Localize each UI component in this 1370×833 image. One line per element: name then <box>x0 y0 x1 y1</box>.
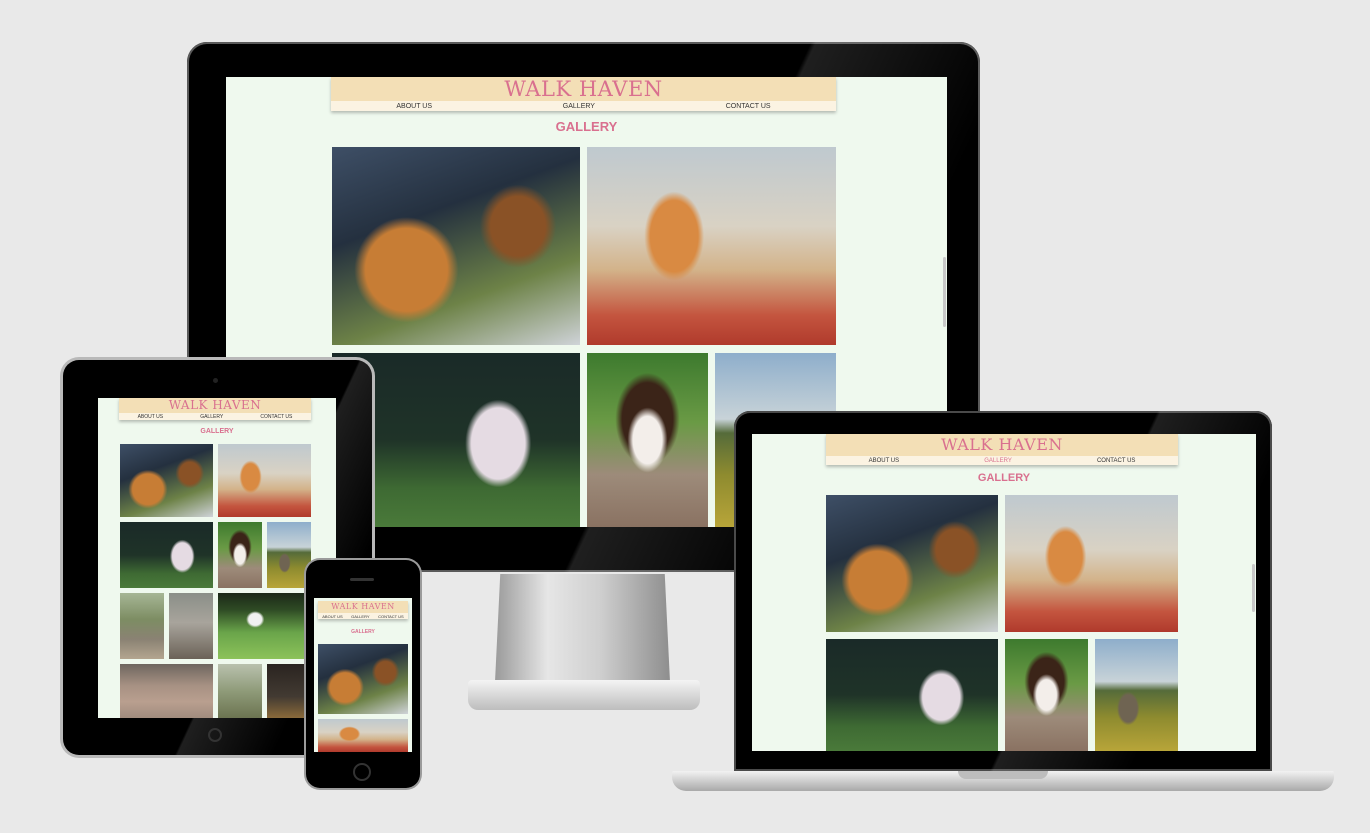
navbar: ABOUT US GALLERY CONTACT US <box>826 456 1178 465</box>
site-header: WALK HAVEN ABOUT US GALLERY CONTACT US <box>119 398 311 420</box>
photo-shiba-inu[interactable] <box>318 719 408 752</box>
site-header: WALK HAVEN ABOUT US GALLERY CONTACT US <box>331 77 836 111</box>
nav-about-us[interactable]: ABOUT US <box>396 103 432 110</box>
scrollbar-thumb[interactable] <box>943 257 946 327</box>
nav-contact-us[interactable]: CONTACT US <box>260 414 292 420</box>
photo-woods-walk[interactable] <box>120 593 164 659</box>
page-title: GALLERY <box>200 428 234 435</box>
photo-field-walk[interactable] <box>267 522 311 588</box>
nav-gallery[interactable]: GALLERY <box>984 458 1012 464</box>
nav-about-us[interactable]: ABOUT US <box>138 414 163 420</box>
photo-fluffy-dog[interactable] <box>826 639 998 751</box>
photo-people-with-dog[interactable] <box>267 664 311 718</box>
tablet-screen: WALK HAVEN ABOUT US GALLERY CONTACT US G… <box>98 398 336 718</box>
tablet-camera-icon <box>213 378 218 383</box>
nav-about-us[interactable]: ABOUT US <box>869 458 900 464</box>
photo-beach-dogs[interactable] <box>120 664 213 718</box>
photo-border-collie[interactable] <box>1005 639 1088 751</box>
photo-border-collie[interactable] <box>587 353 708 527</box>
phone-speaker-icon <box>350 578 374 581</box>
brand-logo[interactable]: WALK HAVEN <box>826 435 1178 455</box>
navbar: ABOUT US GALLERY CONTACT US <box>318 613 408 619</box>
page-title: GALLERY <box>351 629 375 635</box>
page-title: GALLERY <box>555 119 618 134</box>
nav-contact-us[interactable]: CONTACT US <box>726 103 771 110</box>
photo-dog-jumping[interactable] <box>218 593 311 659</box>
navbar: ABOUT US GALLERY CONTACT US <box>331 101 836 111</box>
nav-gallery[interactable]: GALLERY <box>351 614 369 619</box>
page-title: GALLERY <box>977 472 1031 484</box>
photo-shiba-inu[interactable] <box>218 444 311 517</box>
nav-gallery[interactable]: GALLERY <box>200 414 223 420</box>
scrollbar-thumb[interactable] <box>1252 564 1255 612</box>
site-header: WALK HAVEN ABOUT US GALLERY CONTACT US <box>318 601 408 619</box>
photo-fluffy-dog[interactable] <box>120 522 213 588</box>
laptop-notch <box>958 771 1048 779</box>
brand-logo[interactable]: WALK HAVEN <box>119 398 311 413</box>
navbar: ABOUT US GALLERY CONTACT US <box>119 413 311 420</box>
brand-logo[interactable]: WALK HAVEN <box>318 601 408 613</box>
photo-path-walk[interactable] <box>169 593 213 659</box>
phone-screen: WALK HAVEN ABOUT US GALLERY CONTACT US G… <box>314 598 412 752</box>
monitor-stand-neck <box>495 574 670 682</box>
nav-gallery[interactable]: GALLERY <box>563 103 595 110</box>
laptop-screen: WALK HAVEN ABOUT US GALLERY CONTACT US G… <box>752 434 1256 751</box>
site-header: WALK HAVEN ABOUT US GALLERY CONTACT US <box>826 434 1178 465</box>
photo-field-walk[interactable] <box>1095 639 1178 751</box>
photo-golden-retriever[interactable] <box>318 644 408 714</box>
photo-golden-retriever[interactable] <box>120 444 213 517</box>
photo-golden-retriever[interactable] <box>332 147 580 345</box>
photo-golden-retriever[interactable] <box>826 495 998 632</box>
photo-shiba-inu[interactable] <box>587 147 836 345</box>
nav-contact-us[interactable]: CONTACT US <box>1097 458 1135 464</box>
brand-logo[interactable]: WALK HAVEN <box>331 77 836 101</box>
photo-trail-dogs[interactable] <box>218 664 262 718</box>
nav-contact-us[interactable]: CONTACT US <box>378 614 404 619</box>
photo-border-collie[interactable] <box>218 522 262 588</box>
phone-home-button-icon[interactable] <box>353 763 371 781</box>
nav-about-us[interactable]: ABOUT US <box>322 614 342 619</box>
photo-shiba-inu[interactable] <box>1005 495 1178 632</box>
monitor-stand-base <box>468 680 700 710</box>
tablet-home-button-icon[interactable] <box>208 728 222 742</box>
